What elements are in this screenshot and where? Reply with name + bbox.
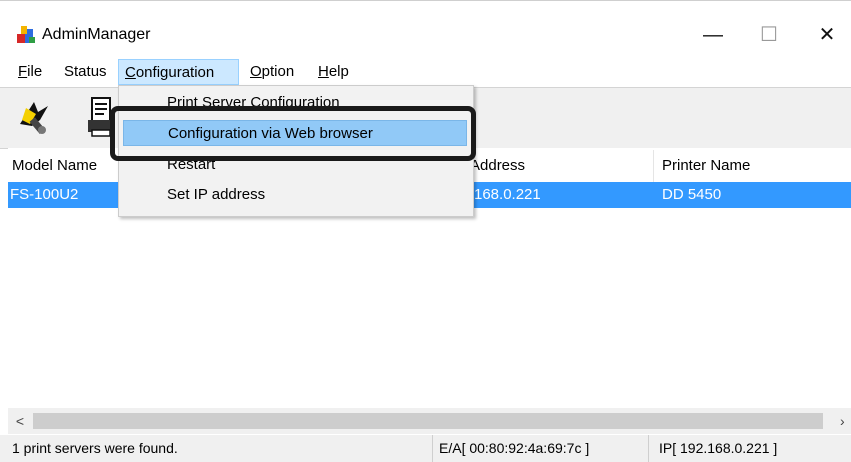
- menu-configuration-mnemonic: C: [125, 64, 136, 81]
- title-bar[interactable]: AdminManager — ☐ ✕: [0, 1, 851, 53]
- menu-option-label: ption: [261, 63, 295, 80]
- scroll-left-arrow[interactable]: <: [8, 408, 32, 434]
- menu-help[interactable]: Help: [312, 59, 355, 85]
- status-bar: 1 print servers were found. E/A[ 00:80:9…: [0, 435, 851, 462]
- menu-status-mnemonic: S: [64, 63, 75, 80]
- admin-manager-app-icon: [17, 26, 35, 43]
- menu-item-set-ip-address[interactable]: Set IP address: [123, 182, 467, 208]
- horizontal-scrollbar[interactable]: < ›: [8, 408, 851, 434]
- menu-status-label: tatus: [74, 63, 107, 80]
- scroll-right-arrow[interactable]: ›: [840, 408, 851, 434]
- cell-printer-name: DD 5450: [662, 186, 722, 203]
- menu-configuration-label: onfiguration: [135, 64, 215, 81]
- menu-help-label: elp: [328, 63, 349, 80]
- menu-file-mnemonic: F: [18, 63, 28, 80]
- column-header-model-name[interactable]: Model Name: [0, 150, 120, 182]
- scroll-thumb[interactable]: [33, 413, 823, 429]
- status-mac-address: E/A[ 00:80:92:4a:69:7c ]: [432, 435, 648, 462]
- cell-address: 168.0.221: [474, 186, 541, 203]
- search-network-icon: [20, 102, 48, 135]
- search-network-button[interactable]: [12, 94, 58, 140]
- window-title: AdminManager: [42, 26, 151, 43]
- status-ip-address: IP[ 192.168.0.221 ]: [648, 435, 851, 462]
- menu-file-label: ile: [27, 63, 43, 80]
- column-header-printer-name[interactable]: Printer Name: [654, 150, 851, 182]
- menu-bar: File Status Configuration Option Help: [0, 58, 851, 86]
- menu-file[interactable]: File: [12, 59, 48, 85]
- minimize-button[interactable]: —: [690, 15, 736, 55]
- menu-option-mnemonic: O: [250, 63, 262, 80]
- menu-configuration[interactable]: Configuration: [118, 59, 239, 85]
- callout-highlight-frame: [110, 106, 476, 161]
- menu-option[interactable]: Option: [244, 59, 300, 85]
- close-button[interactable]: ✕: [804, 15, 850, 55]
- status-message: 1 print servers were found.: [12, 440, 178, 456]
- admin-manager-window: AdminManager — ☐ ✕ File Status Configura…: [0, 0, 851, 462]
- cell-model-name: FS-100U2: [10, 186, 79, 203]
- maximize-button[interactable]: ☐: [746, 15, 792, 55]
- menu-status[interactable]: Status: [58, 59, 113, 85]
- column-header-address[interactable]: Address: [464, 150, 654, 182]
- menu-help-mnemonic: H: [318, 63, 329, 80]
